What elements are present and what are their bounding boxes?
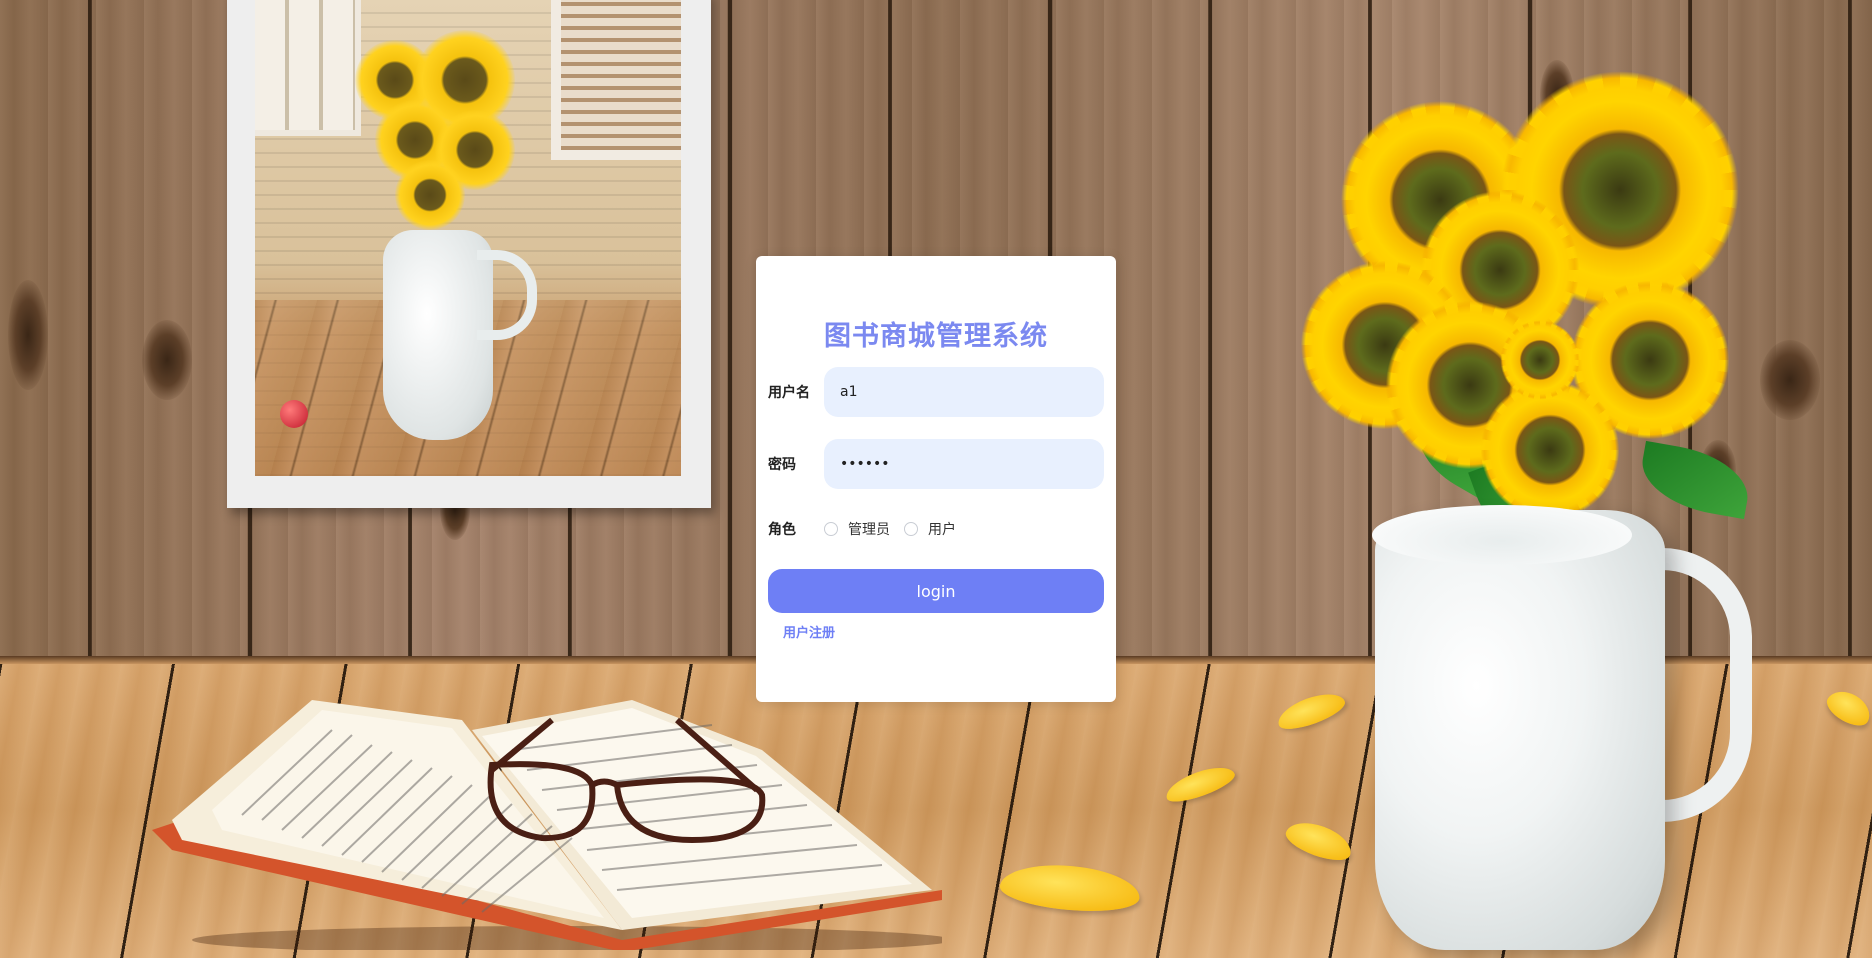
painting-blinds (551, 0, 681, 160)
login-title: 图书商城管理系统 (824, 321, 1048, 352)
white-pitcher-vase (1375, 510, 1665, 950)
sunflower-painting (255, 0, 681, 476)
role-option-user[interactable]: 用户 (904, 519, 956, 539)
radio-unchecked-icon[interactable] (904, 522, 918, 536)
register-link[interactable]: 用户注册 (783, 622, 835, 641)
role-row: 角色 管理员 用户 (768, 504, 1104, 554)
login-card: 图书商城管理系统 用户名 密码 角色 管理员 用户 login 用 (756, 256, 1116, 702)
password-label: 密码 (768, 457, 796, 473)
role-label: 角色 (768, 522, 796, 538)
role-option-admin-label: 管理员 (848, 522, 890, 538)
login-page-background: 图书商城管理系统 用户名 密码 角色 管理员 用户 login 用 (0, 0, 1872, 958)
wood-knot (1760, 340, 1820, 420)
username-row: 用户名 (768, 367, 1104, 417)
radio-unchecked-icon[interactable] (824, 522, 838, 536)
login-button[interactable]: login (768, 569, 1104, 613)
painting-apple (280, 400, 308, 428)
sunflower (1500, 320, 1580, 400)
painting-window (255, 0, 361, 136)
sunflower (1480, 380, 1620, 520)
role-radio-group: 管理员 用户 (824, 519, 970, 539)
framed-painting (227, 0, 711, 508)
painting-sunflower (395, 160, 465, 230)
role-option-admin[interactable]: 管理员 (824, 519, 890, 539)
open-book-illustration (152, 700, 942, 950)
wood-knot (8, 280, 48, 390)
vase-lip (1372, 505, 1632, 565)
username-input[interactable] (824, 367, 1104, 417)
wood-knot (142, 320, 192, 400)
password-row: 密码 (768, 439, 1104, 489)
role-option-user-label: 用户 (928, 522, 956, 538)
username-label: 用户名 (768, 385, 810, 401)
password-input[interactable] (824, 439, 1104, 489)
